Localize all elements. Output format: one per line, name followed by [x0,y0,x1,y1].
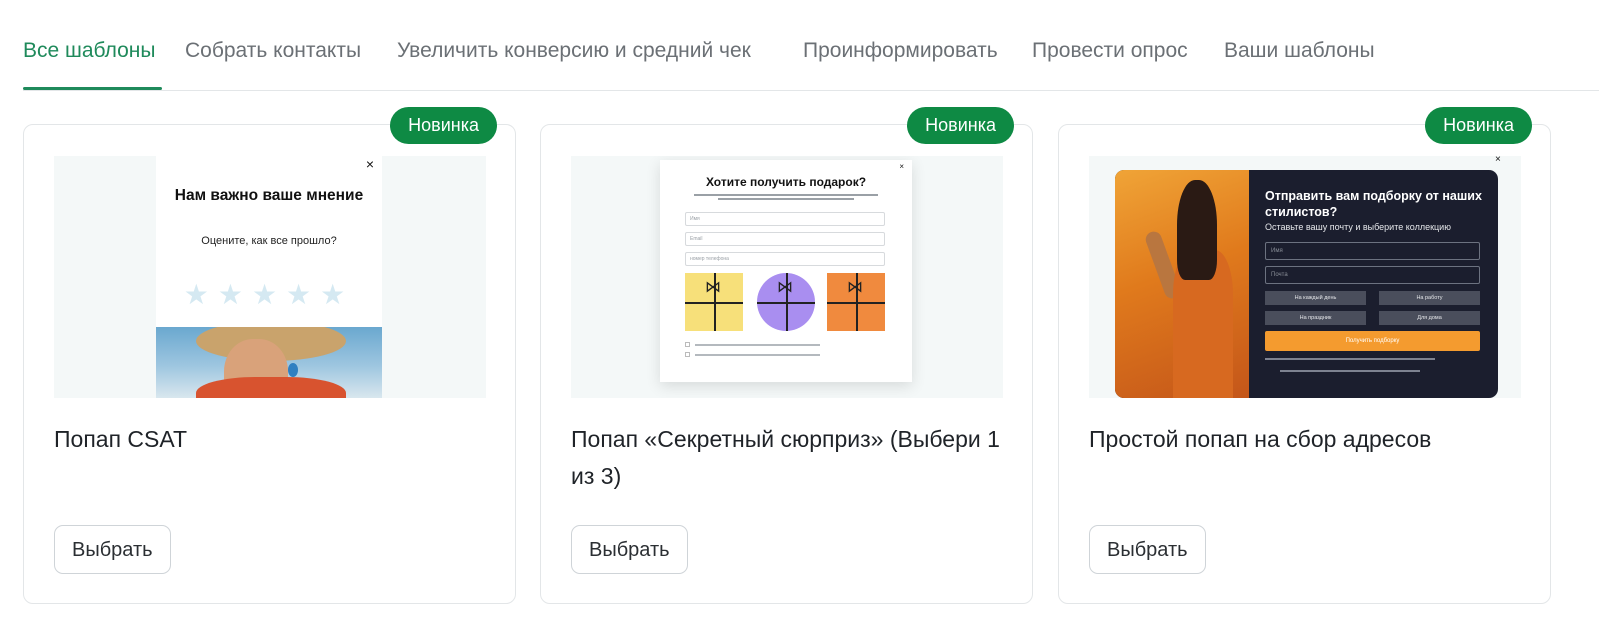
woman-in-orange-dress-photo [1115,170,1249,398]
template-card-secret-surprise[interactable]: Новинка × Хотите получить подарок? Имя E… [540,107,1033,604]
get-selection-button: Получить подборку [1265,331,1480,351]
tab-survey[interactable]: Провести опрос [1032,38,1188,64]
name-field: Имя [1265,242,1480,260]
card-title: Попап «Секретный сюрприз» (Выбери 1 из 3… [571,426,1000,489]
card-title: Попап CSAT [54,426,188,452]
consent-line [1280,370,1420,374]
new-badge: Новинка [1425,107,1532,144]
new-badge: Новинка [907,107,1014,144]
email-field: Email [685,232,885,246]
collection-option: Для дома [1379,311,1480,325]
gift-box-purple: ⋈ [757,273,815,331]
tab-collect-contacts[interactable]: Собрать контакты [185,38,361,64]
csat-heading: Нам важно ваше мнение [174,187,364,204]
consent-checkbox [685,342,825,348]
collection-option: На каждый день [1265,291,1366,305]
gift-box-yellow: ⋈ [685,273,743,331]
template-preview-secret-surprise: × Хотите получить подарок? Имя Email ном… [571,156,1003,398]
card-title: Простой попап на сбор адресов [1089,426,1432,452]
select-button[interactable]: Выбрать [1089,525,1206,574]
template-preview-csat: × Нам важно ваше мнение Оцените, как все… [54,156,486,398]
template-card-csat[interactable]: Новинка × Нам важно ваше мнение Оцените,… [23,107,516,604]
select-button[interactable]: Выбрать [54,525,171,574]
stylist-popup-mock: Отправить вам подборку от наших стилисто… [1115,170,1498,398]
csat-subheading: Оцените, как все прошло? [201,235,337,247]
csat-popup-mock: × Нам важно ваше мнение Оцените, как все… [156,156,382,398]
woman-in-hat-photo [156,327,382,398]
template-preview-simple-address: Отправить вам подборку от наших стилисто… [1089,156,1521,398]
gift-box-orange: ⋈ [827,273,885,331]
consent-line [1265,358,1435,362]
bow-icon: ⋈ [847,279,863,296]
template-category-tabs: Все шаблоны Собрать контакты Увеличить к… [23,0,1599,91]
tab-increase-conversion[interactable]: Увеличить конверсию и средний чек [397,38,751,64]
tab-all-templates[interactable]: Все шаблоны [23,38,156,64]
email-field: Почта [1265,266,1480,284]
star-rating-icons: ★★★★★ [183,279,355,310]
stylist-heading: Отправить вам подборку от наших стилисто… [1265,189,1482,219]
select-button[interactable]: Выбрать [571,525,688,574]
collection-option: На праздник [1265,311,1366,325]
collection-option: На работу [1379,291,1480,305]
close-icon: × [365,156,374,172]
tab-your-templates[interactable]: Ваши шаблоны [1224,38,1375,64]
bow-icon: ⋈ [705,279,721,296]
close-icon: × [1495,156,1501,165]
phone-field: номер телефона [685,252,885,266]
stylist-subheading: Оставьте вашу почту и выберите коллекцию [1265,222,1451,232]
new-badge: Новинка [390,107,497,144]
tab-inform[interactable]: Проинформировать [803,38,998,64]
description-lines [688,192,884,202]
close-icon: × [899,162,904,171]
secret-surprise-popup-mock: × Хотите получить подарок? Имя Email ном… [660,160,912,382]
name-field: Имя [685,212,885,226]
template-card-simple-address[interactable]: Новинка Отправить вам подборку от наших … [1058,107,1551,604]
bow-icon: ⋈ [777,279,793,296]
active-tab-indicator [23,87,162,90]
gift-heading: Хотите получить подарок? [705,175,867,189]
consent-checkbox [685,352,825,358]
